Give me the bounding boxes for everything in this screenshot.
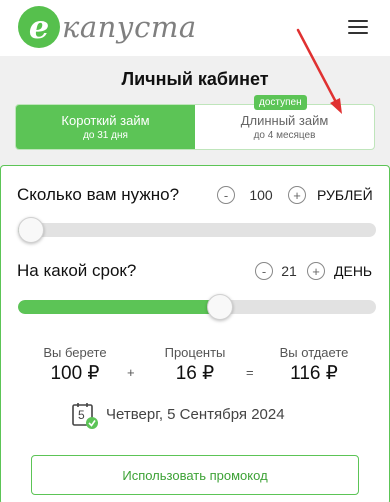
available-badge: доступен (254, 95, 307, 110)
tab-short-loan[interactable]: Короткий займ до 31 дня (16, 105, 195, 149)
tab-short-loan-sub: до 31 дня (83, 130, 128, 141)
logo-mark: е (18, 6, 60, 48)
summary-take-value: 100 ₽ (50, 363, 100, 384)
header: е капуста (0, 0, 390, 56)
tab-long-loan-label: Длинный займ (240, 113, 329, 128)
calendar-check-icon: 5 (72, 402, 98, 429)
equals-sign: = (246, 365, 254, 380)
amount-label: Сколько вам нужно? (17, 185, 180, 204)
loan-summary: Вы берете 100 ₽ + Проценты 16 ₽ = Вы отд… (0, 345, 390, 390)
term-label: На какой срок? (17, 261, 137, 280)
plus-sign: + (127, 365, 135, 380)
loan-type-tabs: Короткий займ до 31 дня Длинный займ до … (15, 104, 375, 150)
tab-short-loan-label: Короткий займ (61, 113, 150, 128)
term-minus-button[interactable]: - (255, 262, 273, 280)
summary-take: Вы берете 100 ₽ (20, 345, 130, 385)
term-value: 21 (281, 263, 297, 279)
amount-unit: РУБЛЕЙ (317, 187, 373, 203)
amount-minus-button[interactable]: - (217, 186, 235, 204)
summary-interest-label: Проценты (164, 345, 226, 360)
page-title: Личный кабинет (121, 69, 269, 89)
tab-long-loan-sub: до 4 месяцев (253, 130, 316, 141)
logo[interactable]: е капуста (18, 6, 197, 48)
summary-return: Вы отдаете 116 ₽ (259, 345, 369, 385)
amount-slider-thumb[interactable] (18, 217, 44, 243)
calendar-day: 5 (78, 408, 85, 422)
use-promocode-button[interactable]: Использовать промокод (31, 455, 359, 495)
term-slider-fill (18, 300, 221, 314)
summary-take-label: Вы берете (43, 345, 107, 360)
due-date-row: 5 Четверг, 5 Сентября 2024 (72, 402, 285, 429)
due-date-text: Четверг, 5 Сентября 2024 (106, 405, 285, 423)
summary-return-value: 116 ₽ (290, 363, 338, 384)
term-slider-track[interactable] (18, 300, 376, 314)
term-plus-button[interactable]: + (307, 262, 325, 280)
tab-long-loan[interactable]: Длинный займ до 4 месяцев (195, 105, 374, 149)
hamburger-icon[interactable] (348, 20, 368, 36)
logo-text: капуста (62, 10, 197, 44)
summary-return-label: Вы отдаете (279, 345, 349, 360)
loan-calculator: Сколько вам нужно? - 100 + РУБЛЕЙ На как… (0, 165, 390, 502)
amount-plus-button[interactable]: + (288, 186, 306, 204)
term-slider-thumb[interactable] (207, 294, 234, 320)
amount-value: 100 (249, 187, 273, 203)
amount-slider-track[interactable] (18, 223, 376, 237)
summary-interest: Проценты 16 ₽ (140, 345, 250, 385)
summary-interest-value: 16 ₽ (175, 363, 215, 384)
term-unit: ДЕНЬ (334, 263, 373, 279)
